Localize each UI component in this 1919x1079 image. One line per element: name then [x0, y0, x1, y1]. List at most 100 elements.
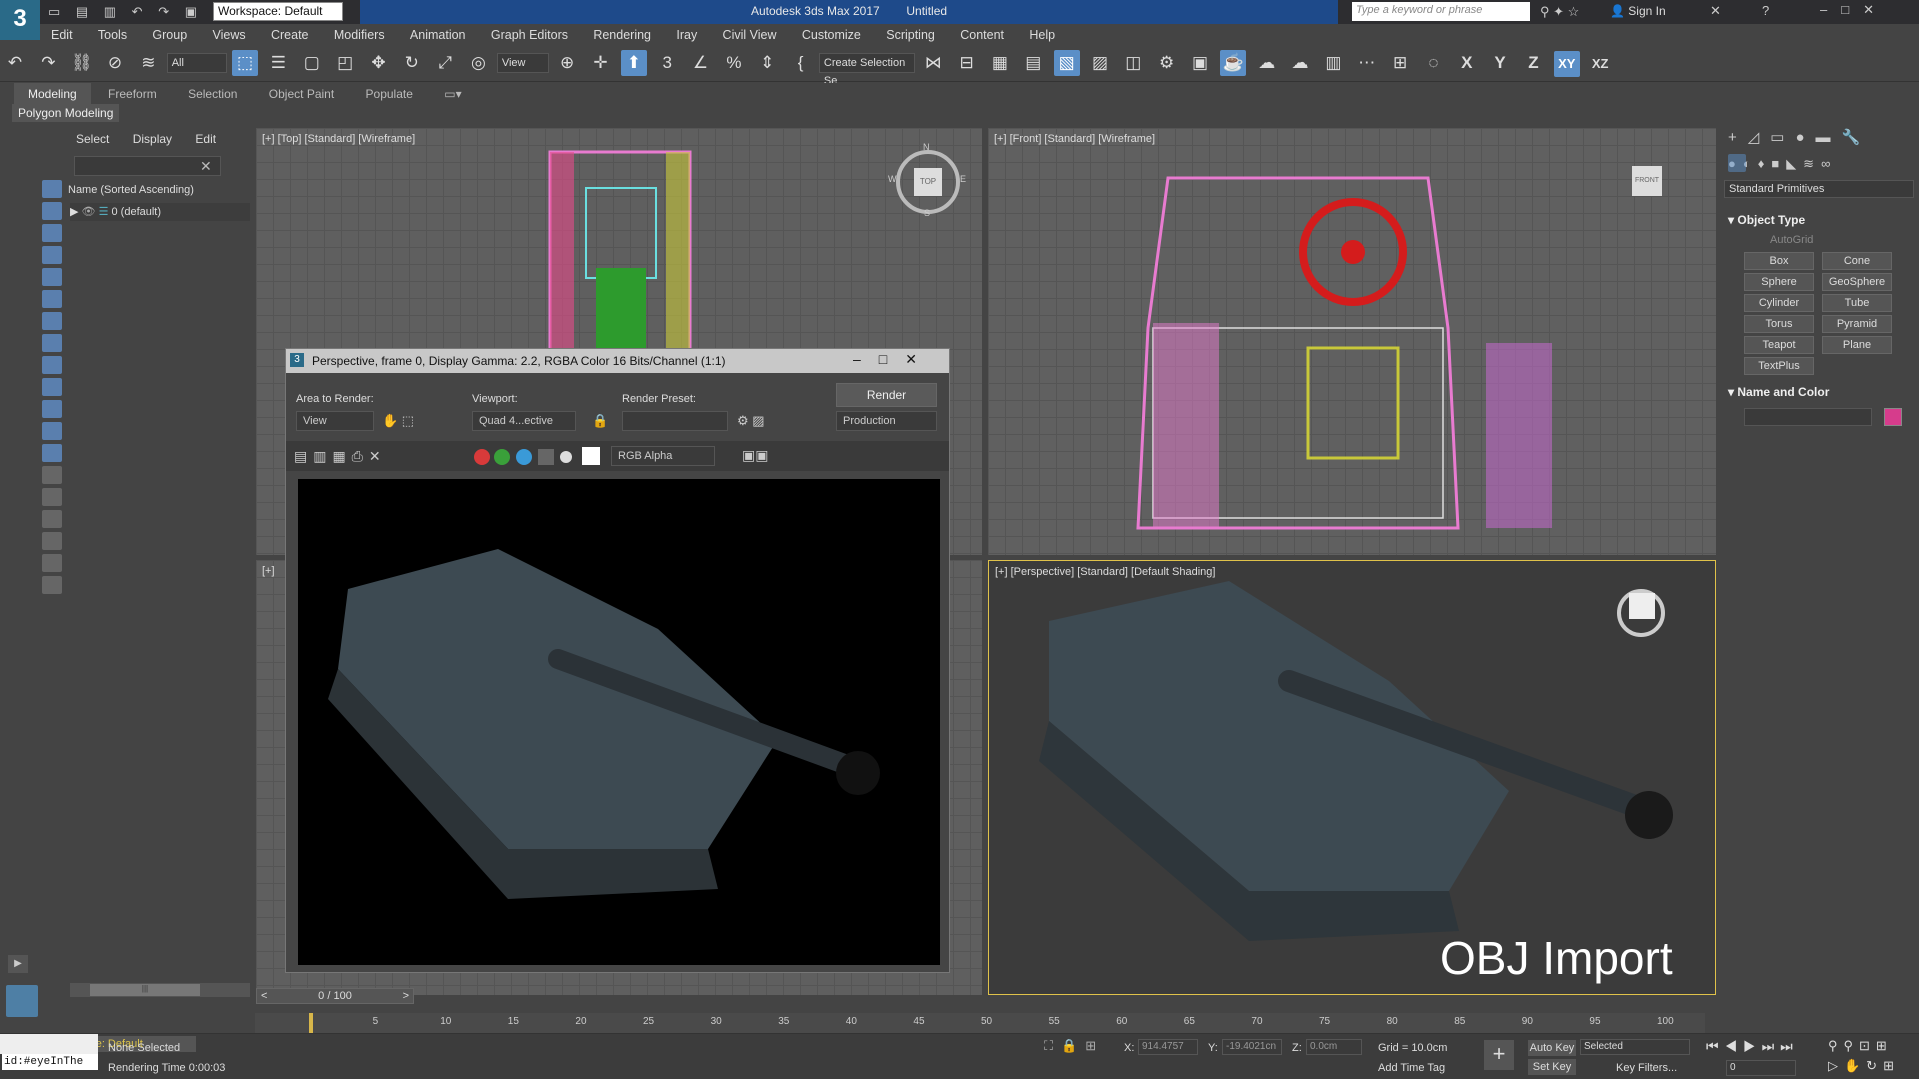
next-arrow-icon[interactable]: >	[403, 989, 413, 1003]
menu-item[interactable]: Animation	[399, 24, 477, 46]
close-x-icon[interactable]: ✕	[1710, 3, 1721, 19]
menu-item[interactable]: Content	[949, 24, 1015, 46]
render-window-titlebar[interactable]: Perspective, frame 0, Display Gamma: 2.2…	[286, 349, 949, 373]
undo-icon[interactable]: ↶	[2, 50, 28, 76]
snap-settings-icon[interactable]: ◌	[1420, 50, 1446, 76]
help-icon[interactable]: ?	[1762, 3, 1769, 18]
isolate-lock-icons[interactable]: ⛶🔒⊞	[1044, 1038, 1104, 1054]
search-tools-icons[interactable]: ⚲ ✦ ☆	[1540, 4, 1579, 20]
workspace-dropdown[interactable]: Workspace: Default	[213, 2, 343, 21]
quick-access-icons[interactable]: ▭ ▤ ▥ ↶ ↷ ▣	[48, 4, 203, 20]
z-coordinate-field[interactable]: 0.0cm	[1306, 1039, 1362, 1055]
viewcube-home[interactable]	[1629, 593, 1655, 619]
clear-swatch-icon[interactable]	[582, 447, 600, 465]
key-filters-button[interactable]: Key Filters...	[1616, 1062, 1677, 1074]
auto-key-button[interactable]: Auto Key	[1528, 1040, 1576, 1056]
alpha-channel-icon[interactable]	[538, 449, 554, 465]
window-crossing-icon[interactable]: ◰	[332, 50, 358, 76]
pyramid-button[interactable]: Pyramid	[1822, 315, 1892, 333]
menu-item[interactable]: Create	[260, 24, 320, 46]
prev-arrow-icon[interactable]: <	[257, 989, 267, 1003]
menu-item[interactable]: Modifiers	[323, 24, 396, 46]
menu-item[interactable]: Iray	[665, 24, 708, 46]
add-time-tag[interactable]: Add Time Tag	[1378, 1062, 1445, 1074]
viewport-dropdown[interactable]: Quad 4...ective	[472, 411, 576, 431]
render-window-controls[interactable]: ‒□✕	[853, 351, 935, 368]
set-key-plus-icon[interactable]: +	[1484, 1040, 1514, 1070]
unlink-icon[interactable]: ⊘	[102, 50, 128, 76]
rendered-frame-window-icon[interactable]: ▣	[1187, 50, 1213, 76]
display-all-icon[interactable]	[42, 180, 62, 198]
snap-toggle-icon[interactable]: ⊞	[1387, 50, 1413, 76]
scene-tab-display[interactable]: Display	[123, 128, 182, 150]
named-selection-dropdown[interactable]: Create Selection Se	[818, 53, 915, 87]
render-production-icon[interactable]: ☕	[1220, 50, 1247, 76]
red-channel-icon[interactable]	[474, 449, 490, 465]
select-object-icon[interactable]: ⬚	[232, 50, 259, 76]
cylinder-button[interactable]: Cylinder	[1744, 294, 1814, 312]
percent-snap-icon[interactable]: %	[721, 50, 747, 76]
object-name-input[interactable]	[1744, 408, 1872, 426]
green-channel-icon[interactable]	[494, 449, 510, 465]
edit-named-selection-icon[interactable]: {	[788, 50, 814, 76]
tab-populate[interactable]: Populate	[352, 83, 427, 105]
command-panel-tabs[interactable]: +◿▭●▬🔧	[1728, 128, 1871, 146]
channel-dropdown[interactable]: RGB Alpha	[611, 446, 715, 466]
redo-icon[interactable]: ↷	[35, 50, 61, 76]
display-spacewarps-icon[interactable]	[42, 312, 62, 330]
expand-arrow-icon[interactable]: ▶	[8, 955, 28, 973]
scroll-thumb[interactable]: |||	[90, 984, 200, 996]
render-button[interactable]: Render	[836, 383, 937, 407]
tab-object-paint[interactable]: Object Paint	[255, 83, 348, 105]
clear-search-icon[interactable]: ✕	[200, 158, 212, 175]
filter-icon[interactable]	[42, 554, 62, 572]
textplus-button[interactable]: TextPlus	[1744, 357, 1814, 375]
axis-x-button[interactable]: X	[1454, 50, 1480, 76]
display-geometry-icon[interactable]	[42, 202, 62, 220]
select-by-name-icon[interactable]: ☰	[265, 50, 291, 76]
rotate-icon[interactable]: ↻	[399, 50, 425, 76]
invert-display-icon[interactable]	[42, 510, 62, 528]
display-groups-icon[interactable]	[42, 334, 62, 352]
align-icon[interactable]: ⊟	[954, 50, 980, 76]
menu-item[interactable]: Views	[202, 24, 257, 46]
render-setup-icon[interactable]: ⚙	[1154, 50, 1180, 76]
display-bones-icon[interactable]	[42, 378, 62, 396]
display-containers-icon[interactable]	[42, 400, 62, 418]
column-header-name[interactable]: Name (Sorted Ascending)	[68, 184, 248, 196]
selection-filter-dropdown[interactable]: All	[166, 53, 227, 73]
scene-horizontal-scrollbar[interactable]: |||	[70, 983, 250, 997]
bind-spacewarp-icon[interactable]: ≋	[135, 50, 161, 76]
display-helpers-icon[interactable]	[42, 290, 62, 308]
scale-icon[interactable]: ⤢	[432, 50, 458, 76]
y-coordinate-field[interactable]: -19.4021cn	[1222, 1039, 1282, 1055]
scene-search-input[interactable]	[74, 156, 221, 176]
viewport-label[interactable]: [+]	[262, 565, 275, 577]
snap-3d-icon[interactable]: 3	[654, 50, 680, 76]
viewport-nav-icons[interactable]: ⚲⚲⊡⊞	[1828, 1038, 1893, 1054]
axis-z-button[interactable]: Z	[1520, 50, 1546, 76]
rect-selection-icon[interactable]: ▢	[299, 50, 325, 76]
tube-button[interactable]: Tube	[1822, 294, 1892, 312]
spinner-snap-icon[interactable]: ⇕	[754, 50, 780, 76]
window-controls[interactable]: ‒□✕	[1820, 2, 1888, 18]
area-to-render-dropdown[interactable]: View	[296, 411, 374, 431]
eye-icon[interactable]: 👁	[82, 206, 96, 218]
ref-coord-dropdown[interactable]: View	[496, 53, 549, 73]
display-frozen-icon[interactable]	[42, 422, 62, 440]
move-icon[interactable]: ✥	[365, 50, 391, 76]
key-mode-dropdown[interactable]: Selected	[1580, 1039, 1690, 1055]
app-logo[interactable]: 3	[0, 0, 40, 40]
snap-grid-icon[interactable]: ⋯	[1354, 50, 1380, 76]
schematic-view-icon[interactable]: ▨	[1087, 50, 1113, 76]
torus-button[interactable]: Torus	[1744, 315, 1814, 333]
menu-item[interactable]: Civil View	[712, 24, 788, 46]
menu-item[interactable]: Edit	[40, 24, 84, 46]
object-type-rollout[interactable]: ▾ Object Type	[1728, 213, 1805, 227]
production-dropdown[interactable]: Production	[836, 411, 937, 431]
viewcube-top[interactable]: TOP	[914, 168, 942, 196]
geometry-category-icon[interactable]	[1728, 154, 1746, 172]
link-icon[interactable]: ⛓	[69, 50, 95, 76]
teapot-button[interactable]: Teapot	[1744, 336, 1814, 354]
display-cameras-icon[interactable]	[42, 268, 62, 286]
